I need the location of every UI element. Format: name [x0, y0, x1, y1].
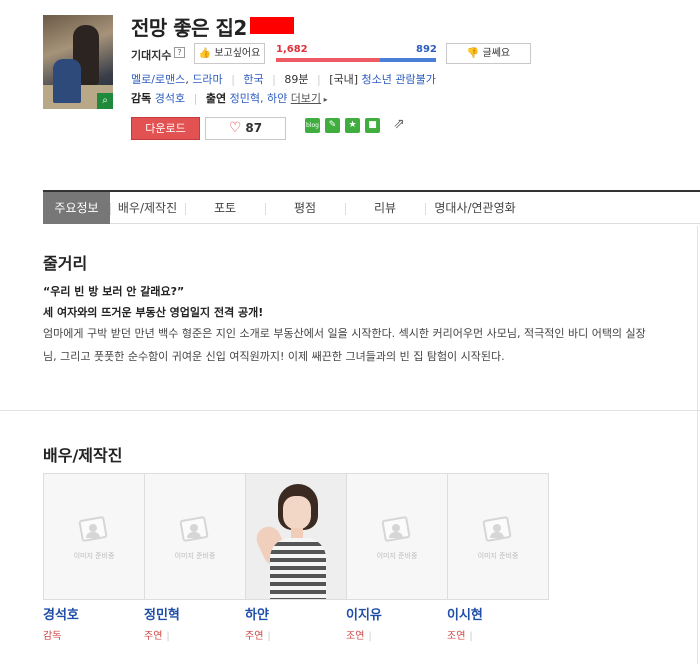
nah-count: 892 [416, 44, 437, 55]
tab-0[interactable]: 주요정보 [43, 192, 110, 224]
runtime: 89분 [284, 73, 309, 86]
help-icon[interactable]: ? [174, 47, 185, 58]
cast-role: 조연 | [346, 631, 372, 642]
country-link[interactable]: 한국 [243, 73, 263, 86]
synopsis-tagline: 세 여자와의 뜨거운 부동산 영업일지 전격 공개! [43, 306, 264, 319]
search-icon[interactable]: ⌕ [97, 93, 113, 109]
vote-ratio-bar [276, 58, 436, 62]
synopsis-heading: 줄거리 [43, 254, 88, 273]
tab-bar: 주요정보 배우/제작진 포토 평점 리뷰 명대사/연관영화 [43, 190, 700, 224]
download-button[interactable]: 다운로드 [131, 117, 200, 140]
like-count: 87 [245, 121, 263, 135]
redacted-bar [250, 17, 294, 34]
genre-link[interactable]: 멜로/로맨스 [131, 73, 185, 86]
poster-figure [53, 59, 81, 103]
me2day-share-icon[interactable]: ✎ [325, 118, 340, 133]
portrait-face [283, 496, 311, 530]
share-icon[interactable]: ⇗ [393, 116, 405, 132]
placeholder-text: 이미지 준비중 [376, 552, 418, 560]
movie-poster[interactable]: ⌕ [43, 15, 113, 109]
want-to-see-button[interactable]: 👍 보고싶어요 [194, 43, 265, 64]
rating-prefix: [국내] [329, 73, 359, 86]
thumbs-down-icon: 👎 [466, 48, 480, 59]
image-placeholder-icon [179, 514, 211, 544]
cast-links[interactable]: 정민혁, 하얀 [230, 92, 288, 105]
image-placeholder-icon [381, 514, 413, 544]
portrait-shirt [270, 538, 326, 599]
cast-role: 조연 | [447, 631, 473, 642]
role-separator: | [166, 631, 170, 642]
tab-2[interactable]: 포토 [185, 192, 265, 224]
cast-label: 출연 [205, 92, 227, 105]
chevron-right-icon: ▸ [321, 95, 328, 104]
tab-3[interactable]: 평점 [265, 192, 345, 224]
cast-photo[interactable]: 이미지 준비중 [447, 473, 549, 600]
not-sure-label: 글쎄요 [482, 48, 511, 59]
cast-heading: 배우/제작진 [43, 446, 123, 465]
cast-name[interactable]: 이지유 [346, 604, 382, 623]
tab-5[interactable]: 명대사/연관영화 [425, 192, 525, 224]
image-placeholder-icon [78, 514, 110, 544]
tab-divider [345, 203, 346, 215]
cast-photo[interactable]: 이미지 준비중 [43, 473, 145, 600]
tab-divider [185, 203, 186, 215]
genre-link[interactable]: 드라마 [192, 73, 222, 86]
not-sure-button[interactable]: 👎 글쎄요 [446, 43, 531, 64]
movie-meta: 멜로/로맨스, 드라마 | 한국 | 89분 | [국내] 청소년 관람불가 [131, 73, 436, 86]
tab-1[interactable]: 배우/제작진 [110, 192, 185, 224]
want-count: 1,682 [276, 44, 308, 55]
role-separator: | [469, 631, 473, 642]
role-separator: | [368, 631, 372, 642]
cast-photo[interactable]: 이미지 준비중 [144, 473, 246, 600]
thumbs-up-icon: 👍 [198, 48, 212, 59]
synopsis-quote: “우리 빈 방 보러 안 갈래요?” [43, 285, 185, 298]
cast-photo[interactable] [245, 473, 347, 600]
rating-link[interactable]: 청소년 관람불가 [362, 73, 436, 86]
star-share-icon[interactable]: ★ [345, 118, 360, 133]
placeholder-text: 이미지 준비중 [174, 552, 216, 560]
placeholder-text: 이미지 준비중 [73, 552, 115, 560]
movie-title: 전망 좋은 집2 [131, 16, 247, 40]
cast-name[interactable]: 정민혁 [144, 604, 180, 623]
tab-4[interactable]: 리뷰 [345, 192, 425, 224]
director-link[interactable]: 경석호 [155, 92, 185, 105]
placeholder-text: 이미지 준비중 [477, 552, 519, 560]
tab-divider [110, 203, 111, 215]
cast-photo[interactable]: 이미지 준비중 [346, 473, 448, 600]
tab-divider [425, 203, 426, 215]
cast-role: 주연 | [245, 631, 271, 642]
box-share-icon[interactable]: ■ [365, 118, 380, 133]
blog-share-icon[interactable]: blog [305, 118, 320, 133]
want-to-see-label: 보고싶어요 [214, 48, 261, 59]
cast-role: 주연 | [144, 631, 170, 642]
image-placeholder-icon [482, 514, 514, 544]
tab-divider [265, 203, 266, 215]
cast-name[interactable]: 경석호 [43, 604, 79, 623]
synopsis-body: 엄마에게 구박 받던 만년 백수 형준은 지인 소개로 부동산에서 일을 시작한… [43, 327, 646, 363]
credits-row: 감독 경석호 | 출연 정민혁, 하얀 더보기 ▸ [131, 92, 328, 105]
cast-role: 감독 [43, 631, 62, 642]
director-label: 감독 [131, 92, 152, 105]
more-cast-link[interactable]: 더보기 [291, 92, 321, 105]
like-button[interactable]: ♡ 87 [205, 117, 286, 140]
content-border [697, 226, 698, 664]
role-separator: | [267, 631, 271, 642]
cast-name[interactable]: 하얀 [245, 604, 269, 623]
heart-icon: ♡ [228, 120, 242, 136]
vote-ratio-fill [276, 58, 381, 62]
section-divider [0, 410, 700, 411]
expectation-label: 기대지수 [131, 49, 172, 62]
cast-name[interactable]: 이시현 [447, 604, 483, 623]
